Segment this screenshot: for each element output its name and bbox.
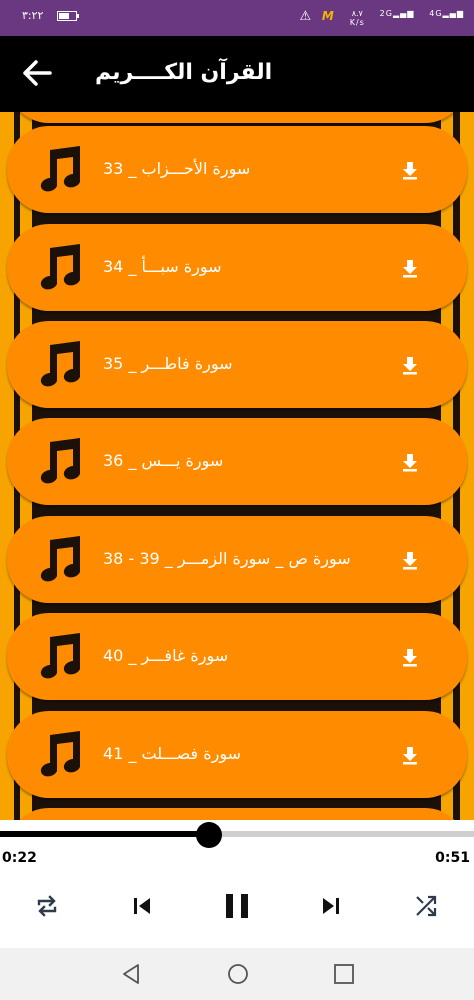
download-icon[interactable] bbox=[401, 452, 419, 472]
list-item-label: سورة الأحـــزاب _ 33 bbox=[103, 159, 251, 178]
music-note-icon bbox=[40, 633, 80, 679]
media-player: 0:22 0:51 bbox=[0, 820, 474, 948]
home-circle-icon[interactable] bbox=[226, 962, 250, 986]
download-icon[interactable] bbox=[401, 258, 419, 278]
seek-bar-progress bbox=[0, 831, 209, 837]
recents-square-icon[interactable] bbox=[332, 962, 356, 986]
download-icon[interactable] bbox=[401, 550, 419, 570]
status-bar: ٣:٢٢ ⚠ M ٨.٧ K/s 2G▂▄▆ 4G▂▄▆ bbox=[0, 0, 474, 36]
net-speed-value: ٨.٧ bbox=[351, 9, 363, 18]
music-note-icon bbox=[40, 341, 80, 387]
duration-time: 0:51 bbox=[435, 850, 470, 866]
list-item[interactable]: سورة غافـــر _ 40 bbox=[7, 613, 467, 700]
list-item[interactable]: سورة يـــس _ 36 bbox=[7, 418, 467, 505]
signal-icon-sim2: 4G▂▄▆ bbox=[429, 9, 464, 18]
list-item[interactable]: سورة سبـــأ _ 34 bbox=[7, 224, 467, 311]
list-item-label: سورة فاطـــر _ 35 bbox=[103, 354, 233, 373]
music-note-icon bbox=[40, 731, 80, 777]
battery-icon bbox=[57, 11, 77, 21]
music-note-icon bbox=[40, 438, 80, 484]
shuffle-icon[interactable] bbox=[414, 894, 438, 918]
list-item-partial[interactable] bbox=[7, 808, 467, 820]
repeat-icon[interactable] bbox=[34, 894, 60, 918]
list-item[interactable]: سورة فاطـــر _ 35 bbox=[7, 321, 467, 408]
seek-bar[interactable] bbox=[0, 831, 474, 837]
download-icon[interactable] bbox=[401, 355, 419, 375]
list-item[interactable]: سورة الأحـــزاب _ 33 bbox=[7, 126, 467, 213]
list-item[interactable]: سورة فصـــلت _ 41 bbox=[7, 711, 467, 798]
warning-icon: ⚠ bbox=[299, 9, 313, 24]
list-item-label: سورة فصـــلت _ 41 bbox=[103, 744, 241, 763]
battery-cap bbox=[77, 14, 79, 18]
list-item[interactable]: سورة ص _ سورة الزمـــر _ 39 - 38 bbox=[7, 516, 467, 603]
download-icon[interactable] bbox=[401, 745, 419, 765]
surah-list[interactable]: سورة الأحـــزاب _ 33 سورة سبـــأ _ 34 سو… bbox=[0, 112, 474, 820]
arrow-back-icon[interactable] bbox=[20, 58, 56, 88]
list-item-partial[interactable] bbox=[7, 112, 467, 123]
download-icon[interactable] bbox=[401, 647, 419, 667]
music-note-icon bbox=[40, 244, 80, 290]
current-time: 0:22 bbox=[2, 850, 37, 866]
system-nav-bar bbox=[0, 948, 474, 1000]
list-item-label: سورة يـــس _ 36 bbox=[103, 451, 224, 470]
list-item-label: سورة سبـــأ _ 34 bbox=[103, 257, 222, 276]
sim1-label: 2G bbox=[379, 9, 393, 18]
skip-next-icon[interactable] bbox=[320, 895, 342, 917]
status-right-group: ⚠ M ٨.٧ K/s 2G▂▄▆ 4G▂▄▆ bbox=[294, 9, 464, 27]
list-item-label: سورة غافـــر _ 40 bbox=[103, 646, 229, 665]
music-note-icon bbox=[40, 146, 80, 192]
music-note-icon bbox=[40, 536, 80, 582]
list-item-label: سورة ص _ سورة الزمـــر _ 39 - 38 bbox=[103, 549, 351, 568]
app-bar: القرآن الكــــريم bbox=[0, 36, 474, 112]
seek-bar-thumb[interactable] bbox=[195, 822, 222, 848]
sim2-label: 4G bbox=[429, 9, 443, 18]
signal-icon-sim1: 2G▂▄▆ bbox=[379, 9, 415, 18]
app-notification-icon: M bbox=[321, 9, 335, 23]
pause-icon[interactable] bbox=[223, 892, 251, 920]
net-speed-unit: K/s bbox=[349, 18, 365, 27]
download-icon[interactable] bbox=[401, 160, 419, 180]
page-title: القرآن الكــــريم bbox=[95, 60, 273, 85]
skip-previous-icon[interactable] bbox=[131, 895, 153, 917]
back-triangle-icon[interactable] bbox=[119, 962, 143, 986]
status-time: ٣:٢٢ bbox=[22, 9, 44, 22]
net-speed: ٨.٧ K/s bbox=[345, 9, 365, 27]
